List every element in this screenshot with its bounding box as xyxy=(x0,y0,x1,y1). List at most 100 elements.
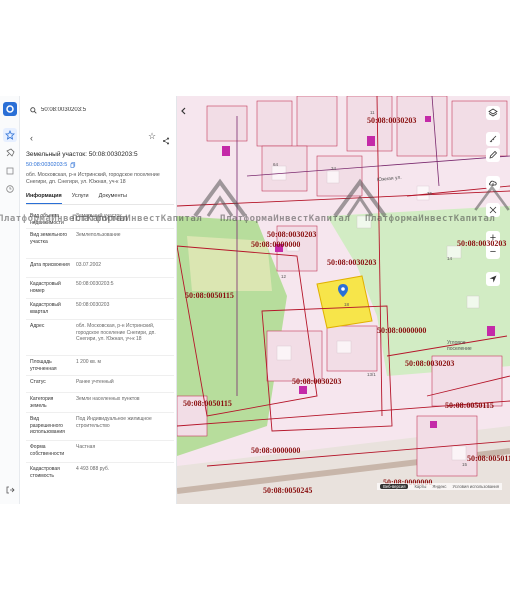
watermark-logo-icon xyxy=(474,185,510,211)
cad-label: 50:08:0030203 xyxy=(327,258,377,267)
layers-square-icon[interactable] xyxy=(3,164,17,178)
cad-label: 50:08:0000000 xyxy=(377,326,427,335)
property-value: обл. Московская, р-н Истринский, городск… xyxy=(76,323,156,342)
share-icon[interactable] xyxy=(162,132,170,150)
cad-label: 50:08:0030203 xyxy=(292,377,342,386)
navigation-icon[interactable] xyxy=(486,272,500,286)
back-icon[interactable]: ‹ xyxy=(30,133,33,143)
property-row: Кадастровый номер 50:08:0030203:5 xyxy=(26,278,174,299)
app-window: ‹ ☆ Земельный участок: 50:08:0030203:5 5… xyxy=(0,96,510,504)
parcel-address: обл. Московская, р-н Истринский, городск… xyxy=(26,172,160,185)
cad-label: 50:08:0030203 xyxy=(367,116,417,125)
parcel-number: 14 xyxy=(447,256,453,261)
layers-icon[interactable] xyxy=(486,106,500,120)
cad-label: 50:08:0030203 xyxy=(405,359,455,368)
property-row: Вид земельного участка Землепользование xyxy=(26,229,174,259)
property-row: Категория земель Земли населенных пунктов xyxy=(26,393,174,413)
parcel-number: 12 xyxy=(281,274,287,279)
property-row: Статус Ранее учтенный xyxy=(26,376,174,393)
tab-documents[interactable]: Документы xyxy=(99,193,127,204)
bookmark-star-icon[interactable]: ☆ xyxy=(148,131,156,142)
attribution-link[interactable]: Яндекс xyxy=(432,484,446,489)
cad-label: 50:08:0050115 xyxy=(445,401,494,410)
property-key: Категория земель xyxy=(30,396,54,409)
cad-label: 50:08:0000000 xyxy=(251,446,301,455)
ruler-icon[interactable] xyxy=(486,132,500,146)
map-attribution: Веб-версия Карты Яндекс Условия использо… xyxy=(377,483,502,490)
property-value: Частная xyxy=(76,444,96,450)
property-key: Площадь уточненная xyxy=(30,359,57,372)
parcel-number: 13/1 xyxy=(367,372,376,377)
pin-icon[interactable] xyxy=(3,146,17,160)
watermark-text: ПлатформаИнвестКапитал xyxy=(220,214,351,224)
watermark-text: ПлатформаИнвестКапитал xyxy=(365,214,496,224)
property-key: Форма собственности xyxy=(30,444,65,457)
property-value: Земли населенных пунктов xyxy=(76,396,140,402)
parcel-number: 11 xyxy=(370,110,375,115)
property-key: Вид разрешенного использования xyxy=(30,416,65,435)
panel-header-row: ‹ ☆ xyxy=(24,131,174,145)
parcel-number: 15 xyxy=(462,462,468,467)
cad-label: 50:08:0000000 xyxy=(251,240,301,249)
parcel-number: 64 xyxy=(273,162,279,167)
search-input[interactable] xyxy=(41,107,151,113)
property-value: 03.07.2002 xyxy=(76,262,102,268)
cadastral-map[interactable]: + − 50:08:0030203 50:08:0000000 50:08:00… xyxy=(177,96,510,504)
web-version-button[interactable]: Веб-версия xyxy=(380,484,409,489)
property-value: Землепользование xyxy=(76,232,121,238)
property-row: Площадь уточненная 1 200 кв. м xyxy=(26,356,174,376)
property-row: Адрес обл. Московская, р-н Истринский, го… xyxy=(26,320,174,356)
search-icon xyxy=(30,106,37,114)
tabs: Информация Услуги Документы xyxy=(26,193,174,205)
favorites-icon[interactable] xyxy=(3,128,17,142)
cad-label: 50:08:0050115 xyxy=(183,399,232,408)
logout-icon[interactable] xyxy=(5,482,15,494)
info-panel: ‹ ☆ Земельный участок: 50:08:0030203:5 5… xyxy=(20,96,177,504)
history-icon[interactable] xyxy=(3,182,17,196)
cad-label: 50:08:0050115 xyxy=(185,291,234,300)
property-value: 4 493 088 руб. xyxy=(76,466,110,472)
parcel-number: 36 xyxy=(427,191,433,196)
cad-label: 50:08:0030203 xyxy=(267,230,317,239)
property-row: Дата присвоения 03.07.2002 xyxy=(26,259,174,278)
property-row: Форма собственности Частная xyxy=(26,441,174,463)
property-key: Адрес xyxy=(30,323,45,329)
cad-label: 50:08:0050115 xyxy=(467,454,510,463)
tab-info[interactable]: Информация xyxy=(26,193,62,204)
copy-icon[interactable] xyxy=(70,162,76,168)
parcel-number: 18 xyxy=(344,302,350,307)
cad-number-link[interactable]: 50:08:0030203:5 xyxy=(26,162,76,168)
property-key: Кадастровый квартал xyxy=(30,302,61,315)
watermark-logo-icon xyxy=(333,178,387,218)
tab-services[interactable]: Услуги xyxy=(72,193,89,204)
cad-number-text[interactable]: 50:08:0030203:5 xyxy=(26,162,67,168)
parcel-number: 34 xyxy=(331,166,337,171)
attribution-link[interactable]: Карты xyxy=(414,484,426,489)
property-row: Вид разрешенного использования Под Индиви… xyxy=(26,413,174,441)
map-canvas[interactable] xyxy=(177,96,510,504)
cad-label: 50:08:0030203 xyxy=(457,239,507,248)
page-title: Земельный участок: 50:08:0030203:5 xyxy=(26,151,138,158)
property-value: 1 200 кв. м xyxy=(76,359,101,365)
left-rail xyxy=(0,96,20,504)
property-value: 50:08:0030203 xyxy=(76,302,110,308)
search-bar[interactable] xyxy=(24,101,174,119)
attribution-link[interactable]: Условия использования xyxy=(453,484,499,489)
property-key: Кадастровый номер xyxy=(30,281,61,294)
property-row: Кадастровый квартал 50:08:0030203 xyxy=(26,299,174,320)
edit-icon[interactable] xyxy=(486,148,500,162)
app-logo-icon[interactable] xyxy=(3,102,17,116)
collapse-panel-icon[interactable] xyxy=(177,104,191,118)
property-value: Под Индивидуальное жилищное строительств… xyxy=(76,416,152,429)
property-key: Статус xyxy=(30,379,46,385)
street-label: Угловое поселение xyxy=(447,340,472,352)
property-row: Кадастровая стоимость 4 493 088 руб. xyxy=(26,463,174,485)
property-key: Кадастровая стоимость xyxy=(30,466,60,479)
property-value: 50:08:0030203:5 xyxy=(76,281,114,287)
property-key: Вид земельного участка xyxy=(30,232,68,245)
cad-label: 50:08:0050245 xyxy=(263,486,313,495)
property-value: Ранее учтенный xyxy=(76,379,114,385)
watermark-text: ПлатформаИнвестКапитал xyxy=(72,214,203,224)
property-key: Дата присвоения xyxy=(30,262,70,268)
watermark-logo-icon xyxy=(193,178,247,218)
